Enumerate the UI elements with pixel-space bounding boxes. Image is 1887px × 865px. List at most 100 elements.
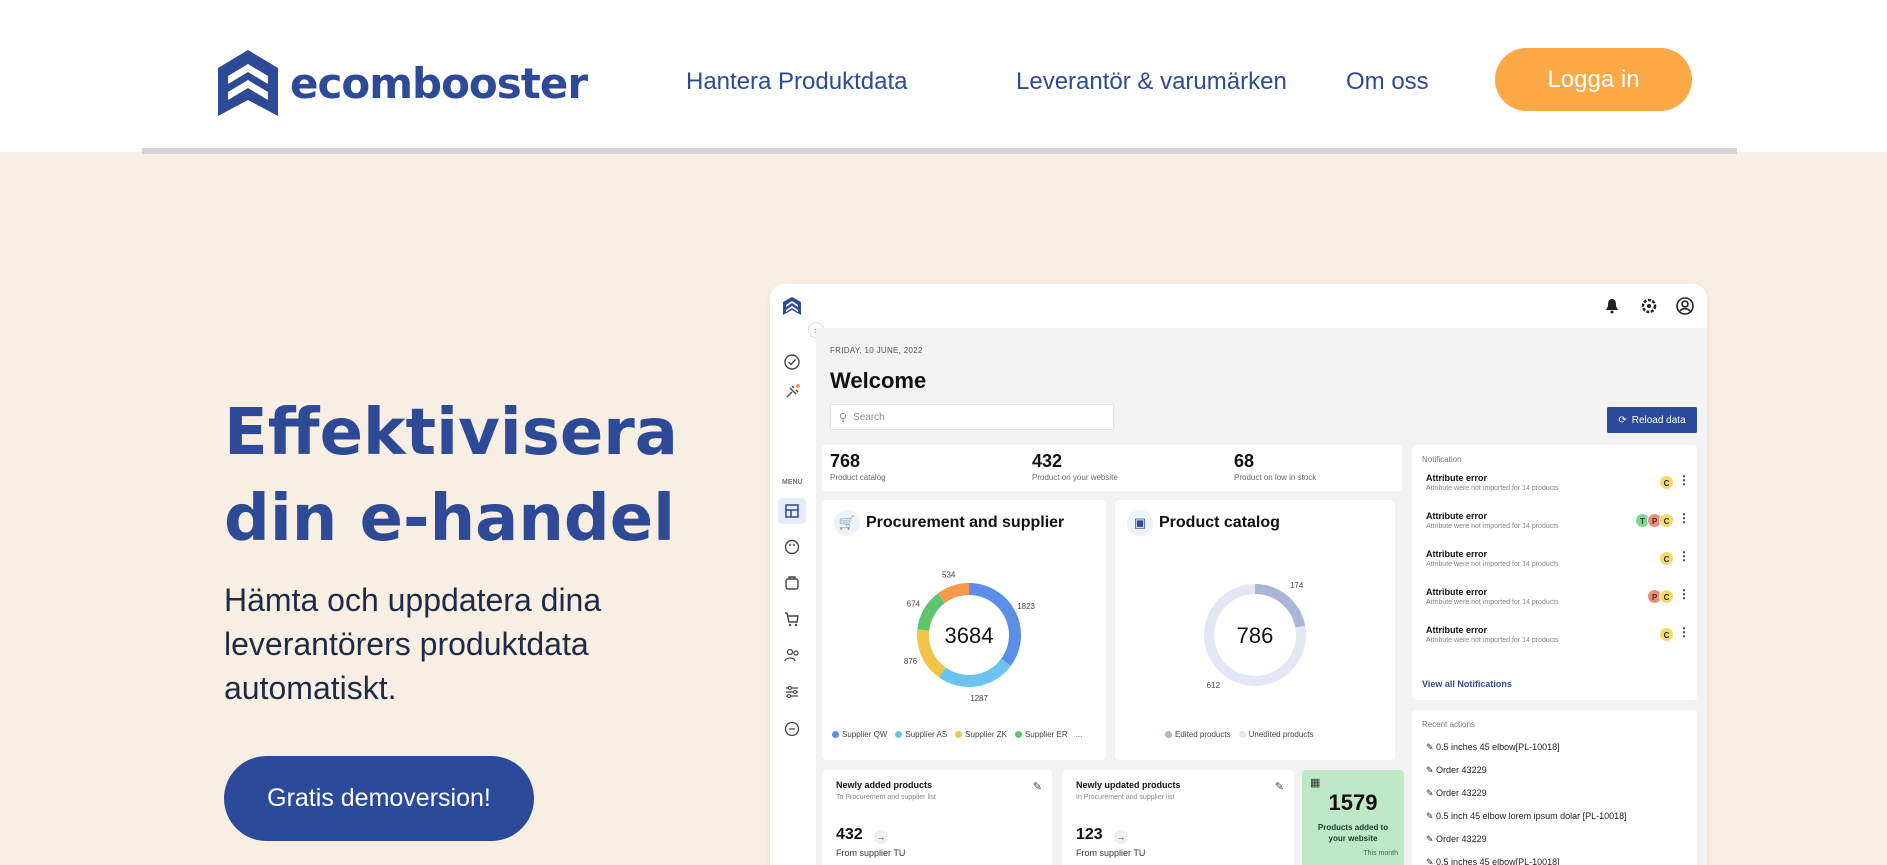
procurement-legend: Supplier QW Supplier AS Supplier ZK Supplie… <box>832 730 1082 739</box>
cart-icon: 🛒 <box>834 510 860 536</box>
pencil-icon: ✎ <box>1426 857 1437 865</box>
notification-badges: C <box>1659 475 1674 490</box>
notification-desc: Attribute were not imported for 14 produ… <box>1426 637 1559 644</box>
product-catalog-title: Product catalog <box>1159 514 1280 531</box>
product-catalog-donut-chart: 174 612 786 <box>1204 581 1306 690</box>
legend-label: Supplier QW <box>842 730 888 739</box>
notifications-card: Notification Attribute error Attribute we… <box>1412 445 1697 700</box>
legend-label: Supplier ZK <box>965 730 1007 739</box>
notification-item: Attribute error Attribute were not import… <box>1426 511 1696 541</box>
reload-data-button: ⟳ Reload data <box>1607 407 1697 433</box>
legend-swatch <box>955 731 963 739</box>
notification-desc: Attribute were not imported for 14 produ… <box>1426 561 1559 568</box>
donut-segment-label: 876 <box>904 657 918 666</box>
catalog-legend: Edited products Unedited products <box>1165 730 1314 739</box>
recent-action-label: Order 43229 <box>1436 834 1487 844</box>
refresh-icon: ⟳ <box>1618 414 1627 426</box>
recent-action-item: ✎ Order 43229 <box>1426 788 1487 799</box>
notification-badges: C <box>1659 551 1674 566</box>
legend-label: Supplier AS <box>905 730 948 739</box>
recent-action-label: 0.5 inch 45 elbow lorem ipsum dolar [PL-… <box>1436 811 1627 821</box>
stat-low-stock: 68 Product on low in stock <box>1234 451 1316 482</box>
newly-updated-value: 123 <box>1076 826 1103 843</box>
legend-item: Supplier QW <box>832 730 887 739</box>
newly-updated-title: Newly updated products <box>1076 780 1181 790</box>
legend-swatch <box>895 731 903 739</box>
procurement-donut-chart: 1823 1287 876 674 534 3684 <box>904 570 1036 703</box>
newly-updated-from: From supplier TU <box>1076 848 1146 858</box>
stat-value: 768 <box>830 451 861 471</box>
users-icon <box>784 648 799 662</box>
legend-item: Supplier AS <box>895 730 947 739</box>
view-all-notifications-link: View all Notifications <box>1422 679 1512 689</box>
free-demo-button[interactable]: Gratis demoversion! <box>224 756 534 841</box>
nav-hantera-produktdata[interactable]: Hantera Produktdata <box>686 68 907 96</box>
hero-title-line1: Effektivisera <box>224 396 678 470</box>
pencil-icon: ✎ <box>1426 834 1437 844</box>
legend-label: ... <box>1075 730 1083 739</box>
notification-item: Attribute error Attribute were not import… <box>1426 549 1696 579</box>
donut-segment-label: 1287 <box>970 694 988 703</box>
newly-added-card: Newly added products To Procurement and … <box>822 770 1052 865</box>
donut-segment-label: 534 <box>942 570 956 579</box>
stats-card: 768 Product catalog 432 Product on your … <box>822 445 1402 491</box>
donut-segment <box>937 583 970 604</box>
nav-leverantor-varumarken[interactable]: Leverantör & varumärken <box>1016 68 1287 96</box>
avatar-badge: C <box>1659 475 1674 490</box>
legend-item: Supplier ER <box>1014 730 1068 739</box>
pencil-icon: ✎ <box>1426 765 1437 775</box>
reload-data-label: Reload data <box>1631 414 1686 426</box>
added-label-line2: your website <box>1328 834 1378 843</box>
calendar-icon: ▦ <box>1310 777 1321 789</box>
donut-segment-label: 1823 <box>1017 602 1035 611</box>
newly-updated-sub: In Procurement and supplier list <box>1076 794 1175 801</box>
recent-action-label: Order 43229 <box>1436 788 1487 798</box>
legend-swatch <box>1238 731 1246 739</box>
recent-action-item: ✎ 0.5 inches 45 elbow[PL-10018] <box>1426 742 1560 753</box>
donut-total: 786 <box>1237 623 1274 648</box>
brand-logo[interactable]: ecombooster <box>216 48 588 118</box>
avatar-badge: C <box>1659 513 1674 528</box>
stat-product-website: 432 Product on your website <box>1032 451 1118 482</box>
login-button[interactable]: Logga in <box>1495 48 1692 111</box>
product-catalog-card: ▣ Product catalog 174 612 786 Edited produ… <box>1115 500 1395 760</box>
recent-actions-card: Recent actions ✎ 0.5 inches 45 elbow[PL-… <box>1412 710 1697 865</box>
notification-title: Attribute error <box>1426 473 1488 483</box>
store-icon <box>785 576 799 590</box>
donut-segment <box>917 593 946 631</box>
hero-subtitle: Hämta och uppdatera dina leverantörers p… <box>224 582 602 706</box>
recent-action-label: Order 43229 <box>1436 765 1487 775</box>
newly-added-sub: To Procurement and supplier list <box>836 794 936 801</box>
more-options-icon: ⋮ <box>1678 511 1690 525</box>
recent-action-item: ✎ 0.5 inches 45 elbow[PL-10018] <box>1426 857 1560 865</box>
avatar-badge: C <box>1659 589 1674 604</box>
dashboard-main: FRIDAY, 10 JUNE, 2022 Welcome ⚲ Search ⟳… <box>816 328 1707 865</box>
newly-added-value: 432 <box>836 826 863 843</box>
dashboard-search: ⚲ Search <box>830 404 1114 430</box>
recent-actions-heading: Recent actions <box>1422 720 1475 729</box>
recent-action-item: ✎ Order 43229 <box>1426 834 1487 845</box>
pencil-icon: ✎ <box>1426 811 1437 821</box>
nav-om-oss[interactable]: Om oss <box>1346 68 1429 96</box>
stat-label: Product on your website <box>1032 473 1118 482</box>
legend-item: Unedited products <box>1238 730 1314 739</box>
legend-swatch <box>832 731 839 739</box>
cart-icon <box>785 612 799 627</box>
dashboard-welcome: Welcome <box>830 368 927 393</box>
check-circle-icon <box>784 354 800 370</box>
added-to-website-value: 1579 <box>1328 790 1378 815</box>
avatar-badge: C <box>1659 551 1674 566</box>
recent-action-label: 0.5 inches 45 elbow[PL-10018] <box>1436 857 1560 865</box>
header-divider <box>142 148 1737 154</box>
more-options-icon: ⋮ <box>1678 625 1690 639</box>
pencil-icon: ✎ <box>1426 788 1437 798</box>
notification-item: Attribute error Attribute were not import… <box>1426 625 1696 655</box>
legend-item: Edited products <box>1165 730 1231 739</box>
sliders-icon <box>786 686 798 698</box>
notification-item: Attribute error Attribute were not import… <box>1426 587 1696 617</box>
brand-name: ecombooster <box>290 58 588 108</box>
menu-label: MENU <box>782 479 803 486</box>
hero-title-line2: din e-handel <box>224 482 676 556</box>
notification-title: Attribute error <box>1426 549 1488 559</box>
dashboard-topbar <box>770 284 1707 328</box>
